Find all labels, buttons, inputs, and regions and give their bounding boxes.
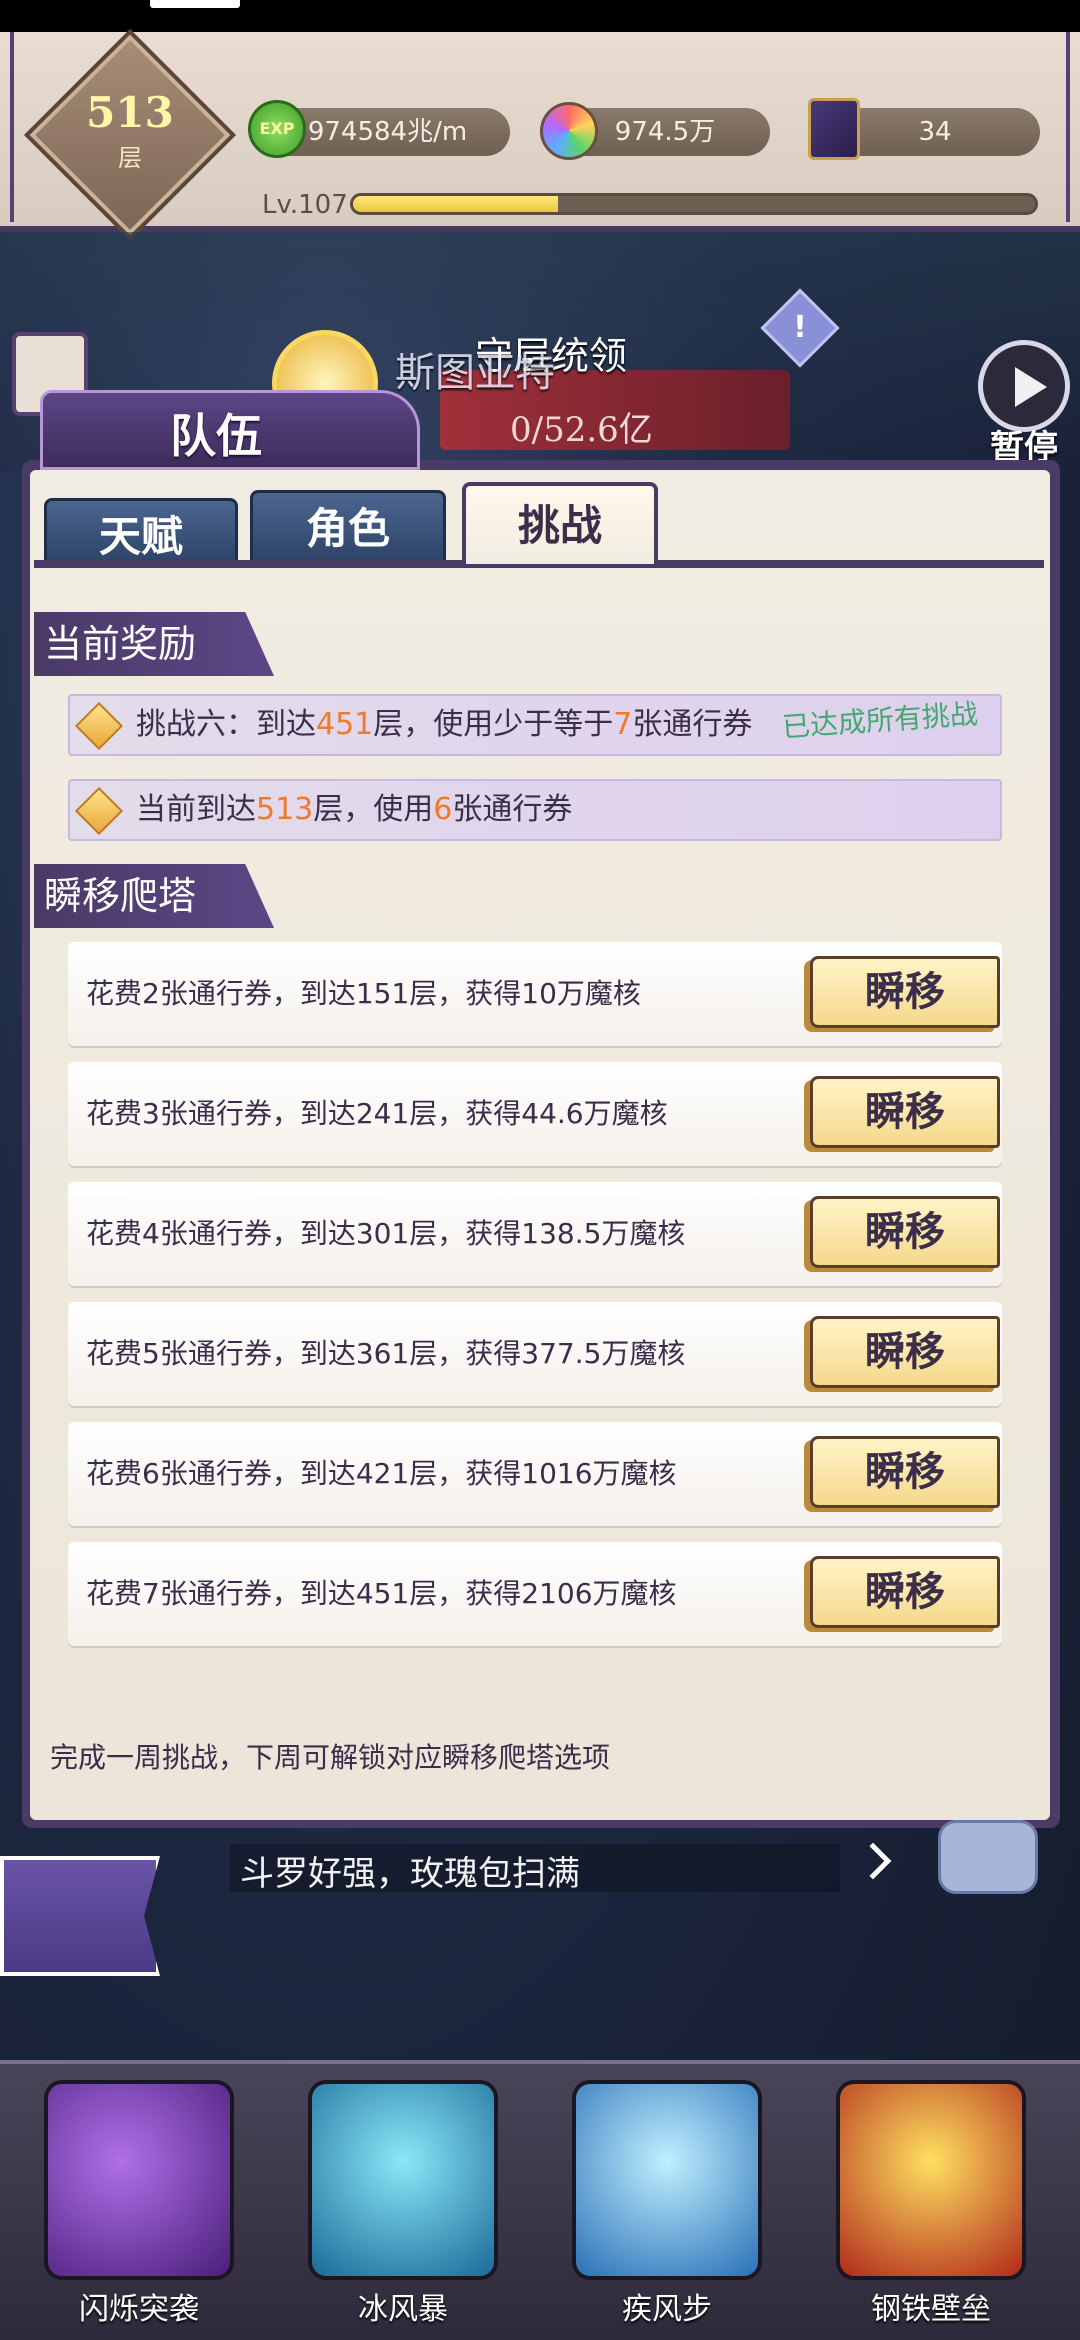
reward-text-prefix: 挑战六：到达: [136, 707, 316, 742]
teleport-row: 花费6张通行券，到达421层，获得1016万魔核 瞬移: [68, 1422, 1002, 1526]
teleport-row: 花费2张通行券，到达151层，获得10万魔核 瞬移: [68, 942, 1002, 1046]
back-flag-icon[interactable]: [0, 1856, 160, 1976]
reward-diamond-icon: [74, 786, 124, 836]
skill-label: 钢铁壁垒: [871, 2292, 991, 2327]
reward-count: 7: [613, 707, 633, 742]
reward-text-mid: 层，使用: [313, 792, 434, 827]
skill-label: 疾风步: [622, 2292, 712, 2327]
teleport-row: 花费3张通行券，到达241层，获得44.6万魔核 瞬移: [68, 1062, 1002, 1166]
teleport-row-text: 花费7张通行券，到达451层，获得2106万魔核: [86, 1577, 677, 1610]
reward-row-current: 当前到达513层，使用6张通行券: [68, 779, 1002, 841]
section-current-reward: 当前奖励: [34, 612, 274, 676]
teleport-button[interactable]: 瞬移: [810, 1436, 1000, 1508]
panel-title: 队伍: [170, 409, 262, 463]
floor-number: 513: [86, 88, 174, 137]
teleport-button[interactable]: 瞬移: [810, 956, 1000, 1028]
teleport-button[interactable]: 瞬移: [810, 1316, 1000, 1388]
teleport-row: 花费7张通行券，到达451层，获得2106万魔核 瞬移: [68, 1542, 1002, 1646]
unlock-footnote: 完成一周挑战，下周可解锁对应瞬移爬塔选项: [50, 1741, 611, 1774]
level-progress-fill: [353, 196, 558, 212]
teleport-row-text: 花费4张通行券，到达301层，获得138.5万魔核: [86, 1217, 686, 1250]
reward-floor: 513: [256, 792, 314, 827]
teleport-row-text: 花费2张通行券，到达151层，获得10万魔核: [86, 977, 641, 1010]
all-challenges-done-note: 已达成所有挑战: [781, 697, 979, 744]
skill-wind-step-icon[interactable]: [572, 2080, 762, 2280]
teleport-row-text: 花费3张通行券，到达241层，获得44.6万魔核: [86, 1097, 668, 1130]
chat-icon[interactable]: [938, 1820, 1038, 1894]
skill-iron-bulwark-icon[interactable]: [836, 2080, 1026, 2280]
boss-name: 斯图亚特: [395, 350, 555, 396]
floor-unit: 层: [118, 144, 142, 172]
teleport-row: 花费5张通行券，到达361层，获得377.5万魔核 瞬移: [68, 1302, 1002, 1406]
card-counter: 34: [830, 108, 1040, 156]
teleport-row-text: 花费6张通行券，到达421层，获得1016万魔核: [86, 1457, 677, 1490]
teleport-button[interactable]: 瞬移: [810, 1196, 1000, 1268]
teleport-row-text: 花费5张通行券，到达361层，获得377.5万魔核: [86, 1337, 686, 1370]
chat-message: 斗罗好强，玫瑰包扫满: [240, 1854, 580, 1894]
skill-label: 闪烁突袭: [79, 2292, 199, 2327]
tab-talent[interactable]: 天赋: [44, 498, 238, 564]
reward-text-suffix: 张通行券: [632, 707, 753, 742]
reward-floor: 451: [316, 707, 374, 742]
tab-challenge[interactable]: 挑战: [462, 482, 658, 564]
exp-icon: EXP: [248, 100, 306, 158]
boss-hp: 0/52.6亿: [510, 410, 653, 450]
chevron-right-icon[interactable]: [854, 1842, 892, 1880]
tab-role[interactable]: 角色: [250, 490, 446, 564]
skill-blink-strike-icon[interactable]: [44, 2080, 234, 2280]
section-teleport: 瞬移爬塔: [34, 864, 274, 928]
card-icon: [808, 98, 860, 160]
reward-text-suffix: 张通行券: [452, 792, 573, 827]
teleport-button[interactable]: 瞬移: [810, 1076, 1000, 1148]
teleport-row: 花费4张通行券，到达301层，获得138.5万魔核 瞬移: [68, 1182, 1002, 1286]
reward-text-mid: 层，使用少于等于: [373, 707, 614, 742]
skill-ice-storm-icon[interactable]: [308, 2080, 498, 2280]
gem-icon: [540, 102, 598, 160]
reward-diamond-icon: [74, 701, 124, 751]
level-progress-bar: [350, 193, 1038, 215]
pause-button[interactable]: [978, 340, 1070, 432]
skill-label: 冰风暴: [358, 2292, 448, 2327]
reward-count: 6: [433, 792, 453, 827]
signal-indicator: [150, 0, 240, 8]
teleport-button[interactable]: 瞬移: [810, 1556, 1000, 1628]
level-label: Lv.107: [262, 190, 348, 220]
reward-row-challenge: 挑战六：到达451层，使用少于等于7张通行券 已达成所有挑战: [68, 694, 1002, 756]
status-bar: [0, 0, 1080, 32]
reward-text-prefix: 当前到达: [136, 792, 256, 827]
